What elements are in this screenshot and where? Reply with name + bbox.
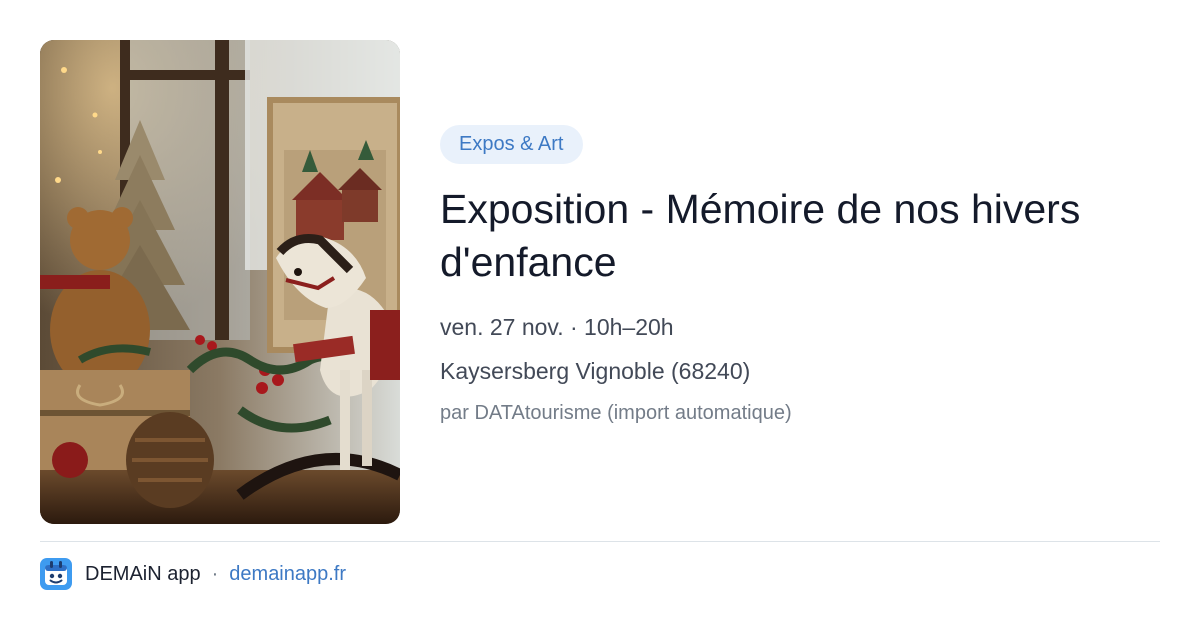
site-link[interactable]: demainapp.fr: [229, 563, 346, 586]
app-name: DEMAiN app: [85, 562, 201, 585]
demain-app-logo-icon: [40, 558, 72, 590]
event-title: Exposition - Mémoire de nos hivers d'enf…: [440, 186, 1081, 285]
event-source: par DATAtourisme (import automatique): [440, 402, 792, 424]
category-tag[interactable]: Expos & Art: [440, 125, 583, 164]
event-date-time: ven. 27 nov. · 10h–20h: [440, 314, 674, 340]
footer-separator: ·: [211, 562, 219, 585]
event-image[interactable]: [40, 40, 400, 524]
event-location: Kaysersberg Vignoble (68240): [440, 358, 751, 384]
footer-divider: [40, 541, 1160, 542]
footer: DEMAiN app · demainapp.fr: [40, 558, 346, 590]
event-photo: [40, 40, 400, 524]
